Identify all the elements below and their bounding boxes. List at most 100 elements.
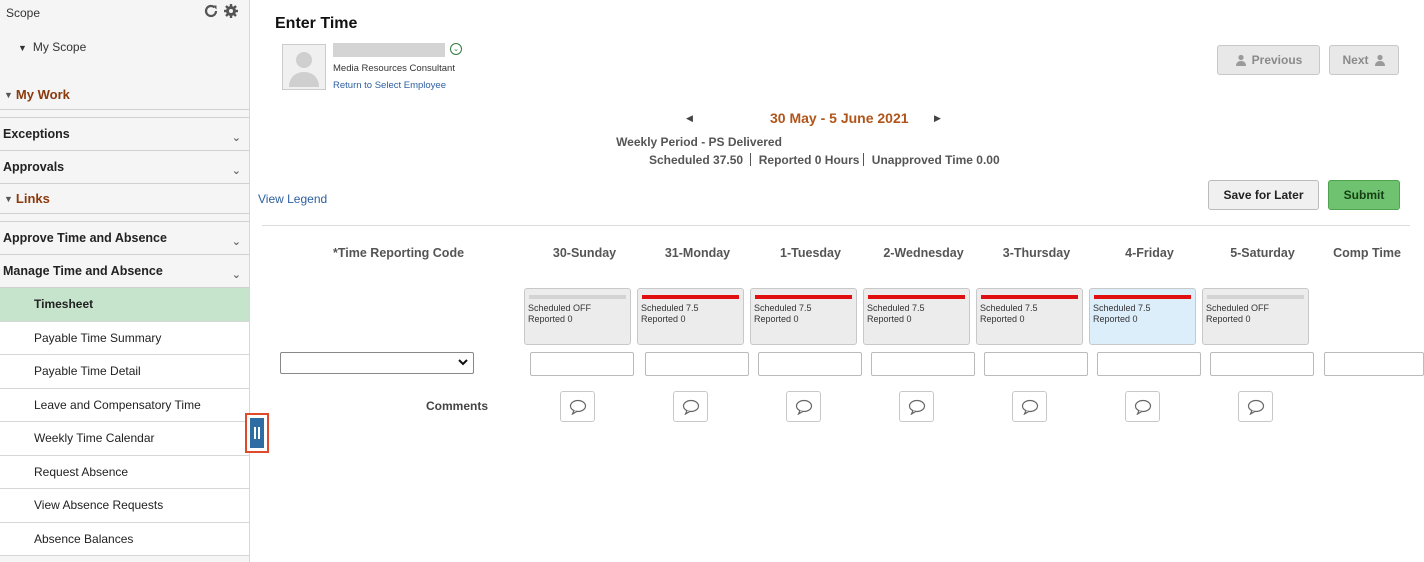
previous-employee-button[interactable]: Previous (1217, 45, 1320, 75)
comment-button-wednesday[interactable] (899, 391, 934, 422)
day-summary-friday[interactable]: Scheduled 7.5 Reported 0 (1089, 288, 1196, 345)
hours-input-monday[interactable] (645, 352, 749, 376)
day-summary-thursday[interactable]: Scheduled 7.5 Reported 0 (976, 288, 1083, 345)
schedule-bar (755, 295, 852, 299)
schedule-bar (642, 295, 739, 299)
day-scheduled: Scheduled 7.5 (754, 303, 812, 313)
next-period-arrow-icon[interactable]: ▶ (934, 113, 941, 124)
previous-period-arrow-icon[interactable]: ◀ (686, 113, 693, 124)
hours-input-thursday[interactable] (984, 352, 1088, 376)
manage-time-toggle[interactable]: Manage Time and Absence ⌄ (0, 255, 249, 288)
main-content: Enter Time ⌄ Media Resources Consultant … (258, 0, 1424, 562)
day-scheduled: Scheduled 7.5 (980, 303, 1038, 313)
submit-button[interactable]: Submit (1328, 180, 1400, 210)
day-scheduled: Scheduled OFF (528, 303, 592, 313)
day-header-sunday: 30-Sunday (552, 246, 617, 260)
reported-label: Reported (758, 153, 812, 167)
chevron-down-icon: ⌄ (231, 235, 241, 248)
day-summary-saturday[interactable]: Scheduled OFF Reported 0 (1202, 288, 1309, 345)
sidebar-item-leave-comp-time[interactable]: Leave and Compensatory Time (0, 388, 249, 422)
collapse-triangle-icon: ▼ (4, 89, 13, 100)
exceptions-label: Exceptions (3, 127, 70, 141)
sidebar-item-payable-time-detail[interactable]: Payable Time Detail (0, 355, 249, 389)
save-for-later-button[interactable]: Save for Later (1208, 180, 1319, 210)
period-range: 30 May - 5 June 2021 (770, 110, 909, 126)
scope-label: Scope (6, 6, 41, 20)
return-to-select-employee-link[interactable]: Return to Select Employee (333, 80, 446, 91)
trc-column-header: *Time Reporting Code (333, 246, 465, 260)
day-summary-tuesday[interactable]: Scheduled 7.5 Reported 0 (750, 288, 857, 345)
day-reported: Reported 0 (641, 314, 686, 324)
scope-tree-item[interactable]: ▼ My Scope (18, 40, 86, 54)
scheduled-value: 37.50 (713, 153, 744, 167)
day-summary-wednesday[interactable]: Scheduled 7.5 Reported 0 (863, 288, 970, 345)
section-links[interactable]: ▼ Links (0, 184, 249, 214)
approve-time-label: Approve Time and Absence (3, 231, 167, 245)
day-scheduled: Scheduled 7.5 (1093, 303, 1151, 313)
approve-time-toggle[interactable]: Approve Time and Absence ⌄ (0, 222, 249, 255)
spacer (0, 214, 249, 222)
section-my-work[interactable]: ▼ My Work (0, 80, 249, 110)
view-legend-link[interactable]: View Legend (258, 192, 327, 206)
reported-value: 0 Hours (814, 153, 860, 167)
refresh-icon[interactable] (203, 3, 219, 19)
separator (750, 153, 752, 166)
sidebar-item-payable-time-summary[interactable]: Payable Time Summary (0, 321, 249, 355)
hours-input-sunday[interactable] (530, 352, 634, 376)
comment-button-monday[interactable] (673, 391, 708, 422)
expand-triangle-icon: ▼ (18, 43, 27, 53)
next-employee-button[interactable]: Next (1329, 45, 1399, 75)
comment-icon (682, 399, 699, 415)
unapproved-label: Unapproved Time (871, 153, 973, 167)
sidebar: Scope ▼ My Scope ▼ My Work Exceptions ⌄ App… (0, 0, 250, 562)
day-summary-monday[interactable]: Scheduled 7.5 Reported 0 (637, 288, 744, 345)
comment-button-sunday[interactable] (560, 391, 595, 422)
gear-icon[interactable] (223, 3, 239, 19)
comment-button-saturday[interactable] (1238, 391, 1273, 422)
hours-input-saturday[interactable] (1210, 352, 1314, 376)
period-stats: Scheduled 37.50 Reported 0 Hours Unappro… (649, 153, 1000, 167)
employee-photo (282, 44, 326, 90)
sidebar-item-request-absence[interactable]: Request Absence (0, 455, 249, 489)
day-header-monday: 31-Monday (664, 246, 731, 260)
day-header-wednesday: 2-Wednesday (883, 246, 964, 260)
day-summary-sunday[interactable]: Scheduled OFF Reported 0 (524, 288, 631, 345)
comment-button-friday[interactable] (1125, 391, 1160, 422)
collapse-triangle-icon: ▼ (4, 193, 13, 204)
sidebar-item-timesheet[interactable]: Timesheet (0, 288, 249, 322)
comment-button-thursday[interactable] (1012, 391, 1047, 422)
section-my-work-label: My Work (15, 87, 70, 102)
user-silhouette-icon (289, 52, 319, 87)
sidebar-item-weekly-time-calendar[interactable]: Weekly Time Calendar (0, 422, 249, 456)
trc-select[interactable] (280, 352, 474, 374)
day-header-friday: 4-Friday (1125, 246, 1174, 260)
comment-button-tuesday[interactable] (786, 391, 821, 422)
next-label: Next (1342, 53, 1369, 67)
scope-panel: Scope ▼ My Scope (0, 0, 249, 80)
chevron-down-icon: ⌄ (231, 268, 241, 281)
sidebar-item-view-absence-requests[interactable]: View Absence Requests (0, 489, 249, 523)
hours-input-comp-time[interactable] (1324, 352, 1424, 376)
day-scheduled: Scheduled OFF (1206, 303, 1270, 313)
employee-role: Media Resources Consultant (333, 63, 455, 74)
approvals-toggle[interactable]: Approvals ⌄ (0, 151, 249, 184)
schedule-bar (981, 295, 1078, 299)
day-reported: Reported 0 (980, 314, 1025, 324)
hours-input-tuesday[interactable] (758, 352, 862, 376)
user-icon (1374, 54, 1385, 66)
manage-time-label: Manage Time and Absence (3, 264, 163, 278)
schedule-bar (529, 295, 626, 299)
separator (863, 153, 865, 166)
scope-tree-item-label: My Scope (32, 40, 87, 54)
comment-icon (908, 399, 925, 415)
hours-input-friday[interactable] (1097, 352, 1201, 376)
day-header-thursday: 3-Thursday (1002, 246, 1071, 260)
day-reported: Reported 0 (528, 314, 573, 324)
employee-dropdown-icon[interactable]: ⌄ (450, 43, 462, 55)
sidebar-item-absence-balances[interactable]: Absence Balances (0, 522, 249, 556)
exceptions-toggle[interactable]: Exceptions ⌄ (0, 118, 249, 151)
comment-icon (1247, 399, 1264, 415)
schedule-bar (1207, 295, 1304, 299)
previous-label: Previous (1251, 53, 1303, 67)
hours-input-wednesday[interactable] (871, 352, 975, 376)
